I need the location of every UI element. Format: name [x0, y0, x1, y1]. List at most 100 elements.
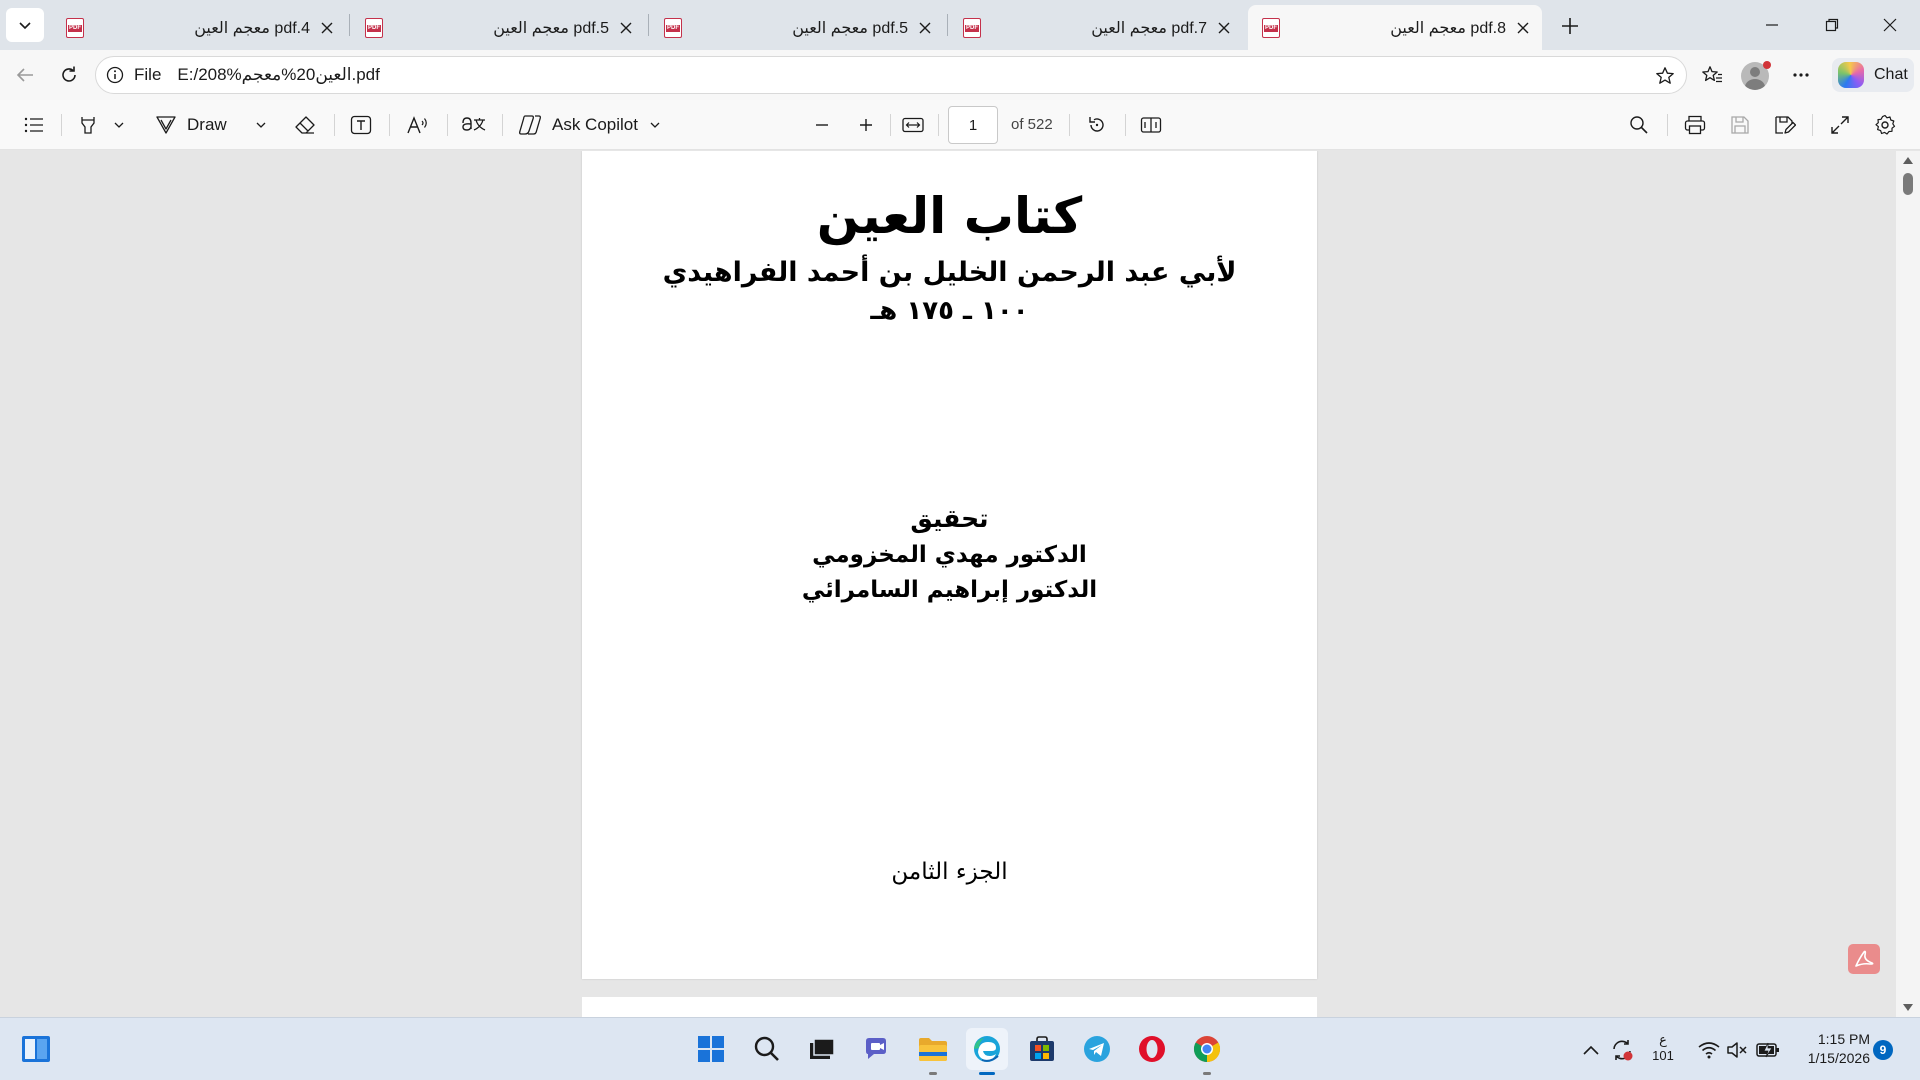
start-button[interactable] — [690, 1028, 732, 1070]
read-aloud-button[interactable] — [400, 109, 436, 141]
info-icon[interactable] — [106, 66, 124, 84]
add-favorite-button[interactable] — [1650, 61, 1680, 91]
close-window-button[interactable] — [1860, 0, 1920, 50]
tab-close-button[interactable] — [1215, 19, 1233, 37]
volume-button[interactable] — [1724, 1036, 1750, 1064]
wifi-status-button[interactable] — [1696, 1036, 1722, 1064]
add-text-button[interactable] — [344, 109, 378, 141]
tab-close-button[interactable] — [318, 19, 336, 37]
sync-icon — [1613, 1040, 1633, 1061]
save-as-button[interactable] — [1768, 109, 1802, 141]
telegram-icon — [1084, 1036, 1110, 1062]
teams-button[interactable] — [856, 1028, 898, 1070]
scroll-up-arrow-icon[interactable] — [1903, 157, 1913, 164]
acrobat-icon[interactable] — [1848, 944, 1880, 974]
volume-label: الجزء الثامن — [891, 859, 1008, 885]
edge-icon — [974, 1036, 1000, 1062]
edge-button[interactable] — [966, 1028, 1008, 1075]
running-indicator — [979, 1072, 995, 1075]
draw-options-button[interactable] — [252, 109, 270, 141]
contents-button[interactable] — [18, 109, 50, 141]
tab-close-button[interactable] — [916, 19, 934, 37]
copilot-chat-button[interactable]: Chat — [1832, 58, 1914, 92]
opera-icon — [1139, 1036, 1165, 1062]
store-button[interactable] — [1021, 1028, 1063, 1070]
close-icon — [919, 22, 931, 33]
expand-icon — [1831, 116, 1849, 134]
input-language-indicator[interactable]: ع 101 — [1648, 1032, 1678, 1064]
restore-button[interactable] — [1802, 0, 1862, 50]
refresh-icon — [62, 66, 76, 82]
fit-to-width-button[interactable] — [896, 109, 930, 141]
search-button[interactable] — [746, 1028, 788, 1070]
back-button[interactable] — [7, 57, 43, 93]
tab-2[interactable]: معجم العين pdf.5 — [351, 5, 645, 50]
chevron-down-icon — [650, 122, 660, 128]
translate-button[interactable] — [456, 109, 492, 141]
widgets-icon — [22, 1036, 50, 1062]
settings-and-more-button[interactable] — [1783, 58, 1819, 92]
battery-charging-icon — [1756, 1042, 1779, 1058]
pdf-icon — [963, 17, 981, 38]
zoom-out-button[interactable] — [806, 109, 838, 141]
full-screen-button[interactable] — [1823, 109, 1857, 141]
draw-button[interactable]: Draw — [155, 109, 245, 141]
sync-status-button[interactable] — [1608, 1036, 1636, 1064]
tab-actions-menu-button[interactable] — [6, 8, 44, 42]
erase-button[interactable] — [288, 109, 322, 141]
tahqiq-heading: تحقيق — [910, 504, 989, 533]
highlight-options-button[interactable] — [110, 109, 128, 141]
widgets-button[interactable] — [15, 1028, 57, 1070]
tab-divider — [648, 14, 649, 36]
file-explorer-button[interactable] — [912, 1028, 954, 1075]
tab-3[interactable]: معجم العين pdf.5 — [650, 5, 944, 50]
rotate-button[interactable] — [1080, 109, 1114, 141]
restore-icon — [1825, 18, 1839, 32]
save-button[interactable] — [1723, 109, 1757, 141]
tab-title: معجم العين pdf.5 — [792, 19, 908, 37]
zoom-in-button[interactable] — [850, 109, 882, 141]
page-view-button[interactable] — [1134, 109, 1168, 141]
minimize-button[interactable] — [1742, 0, 1802, 50]
table-of-contents-icon — [24, 117, 43, 133]
show-hidden-icons-button[interactable] — [1580, 1036, 1602, 1064]
telegram-button[interactable] — [1076, 1028, 1118, 1070]
find-button[interactable] — [1622, 109, 1656, 141]
pdf-settings-button[interactable] — [1868, 109, 1902, 141]
notification-count-badge[interactable]: 9 — [1873, 1040, 1893, 1060]
refresh-button[interactable] — [51, 57, 87, 93]
toolbar-divider — [1667, 114, 1668, 136]
scroll-down-arrow-icon[interactable] — [1903, 1004, 1913, 1011]
opera-button[interactable] — [1131, 1028, 1173, 1070]
highlighter-icon — [81, 117, 95, 134]
tab-4[interactable]: معجم العين pdf.7 — [949, 5, 1243, 50]
clock[interactable]: 1:15 PM 1/15/2026 — [1794, 1030, 1870, 1068]
address-input[interactable]: File E:/208%العين20%معجم.pdf — [95, 56, 1687, 94]
tab-close-button[interactable] — [617, 19, 635, 37]
search-icon — [754, 1036, 779, 1061]
running-indicator — [1203, 1072, 1211, 1075]
tab-1[interactable]: معجم العين pdf.4 — [52, 5, 346, 50]
read-aloud-icon — [407, 116, 427, 134]
new-tab-button[interactable] — [1552, 9, 1588, 43]
translate-icon — [462, 117, 486, 131]
highlight-button[interactable] — [72, 109, 104, 141]
favorites-button[interactable] — [1694, 58, 1730, 92]
battery-status-button[interactable] — [1754, 1036, 1782, 1064]
tab-close-button[interactable] — [1514, 19, 1532, 37]
print-button[interactable] — [1678, 109, 1712, 141]
page-number-input[interactable]: 1 — [948, 106, 998, 144]
task-view-button[interactable] — [800, 1028, 842, 1070]
toolbar-divider — [1125, 114, 1126, 136]
language-code: 101 — [1652, 1048, 1674, 1063]
vertical-scrollbar[interactable] — [1896, 151, 1920, 1017]
scroll-thumb[interactable] — [1903, 173, 1913, 195]
chat-label: Chat — [1874, 66, 1908, 83]
ask-copilot-button[interactable]: Ask Copilot — [518, 109, 668, 141]
book-title: كتاب العين — [816, 187, 1083, 245]
pdf-viewer[interactable]: كتاب العين لأبي عبد الرحمن الخليل بن أحم… — [0, 151, 1920, 1017]
chrome-button[interactable] — [1186, 1028, 1228, 1075]
close-icon — [321, 22, 333, 33]
page-total-label: of 522 — [1011, 116, 1053, 133]
tab-5-active[interactable]: معجم العين pdf.8 — [1248, 5, 1542, 50]
